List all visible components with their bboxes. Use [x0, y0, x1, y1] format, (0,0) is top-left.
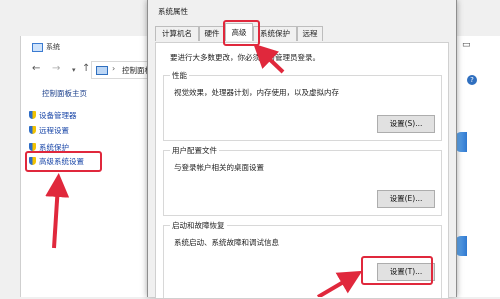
- window-control-icon[interactable]: ▭: [462, 40, 471, 50]
- tab-hardware[interactable]: 硬件: [199, 26, 225, 41]
- sidebar-item-remote-settings[interactable]: 远程设置: [29, 125, 69, 136]
- sidebar-item-label: 设备管理器: [39, 111, 77, 120]
- group-performance: 性能 视觉效果，处理器计划，内存使用，以及虚拟内存 设置(S)...: [163, 70, 442, 141]
- tab-remote[interactable]: 远程: [297, 26, 323, 41]
- computer-icon: [32, 43, 43, 52]
- dialog-title: 系统属性: [158, 7, 188, 16]
- tab-computer-name[interactable]: 计算机名: [155, 26, 199, 41]
- computer-icon: [96, 66, 108, 75]
- user-profiles-settings-button[interactable]: 设置(E)...: [377, 190, 435, 208]
- sidebar-item-device-manager[interactable]: 设备管理器: [29, 110, 77, 121]
- performance-settings-button[interactable]: 设置(S)...: [377, 115, 435, 133]
- recent-dropdown-icon[interactable]: ▾: [72, 66, 76, 74]
- shield-icon: [29, 143, 36, 151]
- group-label: 启动和故障恢复: [170, 220, 227, 231]
- breadcrumb-separator: ›: [112, 64, 116, 73]
- forward-arrow-icon[interactable]: →: [52, 63, 60, 74]
- up-arrow-icon[interactable]: ↑: [82, 63, 90, 74]
- group-user-profiles: 用户配置文件 与登录帐户相关的桌面设置 设置(E)...: [163, 145, 442, 216]
- shield-icon: [29, 126, 36, 134]
- back-arrow-icon[interactable]: ←: [32, 63, 40, 74]
- highlight-startup-settings-button: [361, 256, 433, 285]
- shield-icon: [29, 111, 36, 119]
- group-description: 视觉效果，处理器计划，内存使用，以及虚拟内存: [174, 88, 339, 97]
- group-description: 与登录帐户相关的桌面设置: [174, 163, 264, 172]
- admin-notice: 要进行大多数更改，你必须作为管理员登录。: [170, 53, 320, 62]
- system-properties-dialog: 系统属性 计算机名 硬件 高级 系统保护 远程 要进行大多数更改，你必须作为管理…: [147, 0, 457, 299]
- group-description: 系统启动、系统故障和调试信息: [174, 238, 279, 247]
- group-label: 性能: [170, 70, 189, 81]
- highlight-advanced-tab: [223, 20, 260, 46]
- sidebar-item-label: 远程设置: [39, 126, 69, 135]
- system-window-title: 系统: [46, 43, 60, 51]
- sidebar-home-link[interactable]: 控制面板主页: [42, 88, 87, 99]
- highlight-advanced-settings: [25, 151, 102, 172]
- help-icon[interactable]: ?: [467, 75, 477, 85]
- group-label: 用户配置文件: [170, 145, 219, 156]
